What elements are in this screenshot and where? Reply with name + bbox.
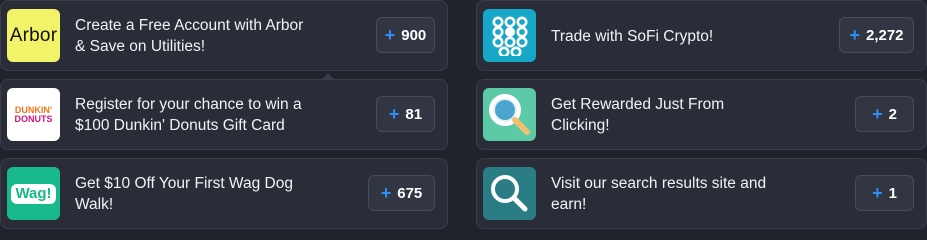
tooltip-arrow xyxy=(321,73,335,80)
dots-grid-icon xyxy=(492,16,527,56)
offer-title: Get $10 Off Your First Wag Dog Walk! xyxy=(75,175,293,213)
offer-title: Register for your chance to win a $100 D… xyxy=(75,96,302,134)
offer-card-arbor[interactable]: Arbor Create a Free Account with Arbor &… xyxy=(0,0,448,71)
search-logo-icon xyxy=(483,167,536,220)
offer-title: Get Rewarded Just From Clicking! xyxy=(551,96,725,134)
wag-logo-icon: Wag! xyxy=(7,167,60,220)
points-badge[interactable]: + 81 xyxy=(376,96,435,132)
magnifier-logo-icon xyxy=(483,88,536,141)
plus-icon: + xyxy=(849,25,860,45)
offer-title: Trade with SoFi Crypto! xyxy=(551,28,714,45)
offer-card-rewarded[interactable]: Get Rewarded Just From Clicking! + 2 xyxy=(476,79,927,150)
arbor-logo-icon: Arbor xyxy=(7,9,60,62)
sofi-dots-icon xyxy=(483,9,536,62)
offer-title: Create a Free Account with Arbor & Save … xyxy=(75,17,304,55)
offer-card-sofi[interactable]: Trade with SoFi Crypto! + 2,272 xyxy=(476,0,927,71)
plus-icon: + xyxy=(384,25,396,45)
plus-icon: + xyxy=(872,104,883,124)
points-badge[interactable]: + 2,272 xyxy=(839,17,914,53)
points-badge[interactable]: + 1 xyxy=(855,175,914,211)
plus-icon: + xyxy=(380,183,392,203)
points-badge[interactable]: + 2 xyxy=(855,96,914,132)
search-icon xyxy=(491,175,528,212)
offer-title: Visit our search results site and earn! xyxy=(551,175,767,213)
offer-card-dunkin[interactable]: DUNKIN' DONUTS Register for your chance … xyxy=(0,73,448,150)
plus-icon: + xyxy=(388,104,400,124)
offer-card-search[interactable]: Visit our search results site and earn! … xyxy=(476,158,927,229)
offer-card-wag[interactable]: Wag! Get $10 Off Your First Wag Dog Walk… xyxy=(0,158,448,229)
dunkin-logo-icon: DUNKIN' DONUTS xyxy=(7,88,60,141)
points-badge[interactable]: + 900 xyxy=(376,17,435,53)
magnifier-icon xyxy=(489,94,530,135)
points-badge[interactable]: + 675 xyxy=(368,175,435,211)
plus-icon: + xyxy=(872,183,883,203)
